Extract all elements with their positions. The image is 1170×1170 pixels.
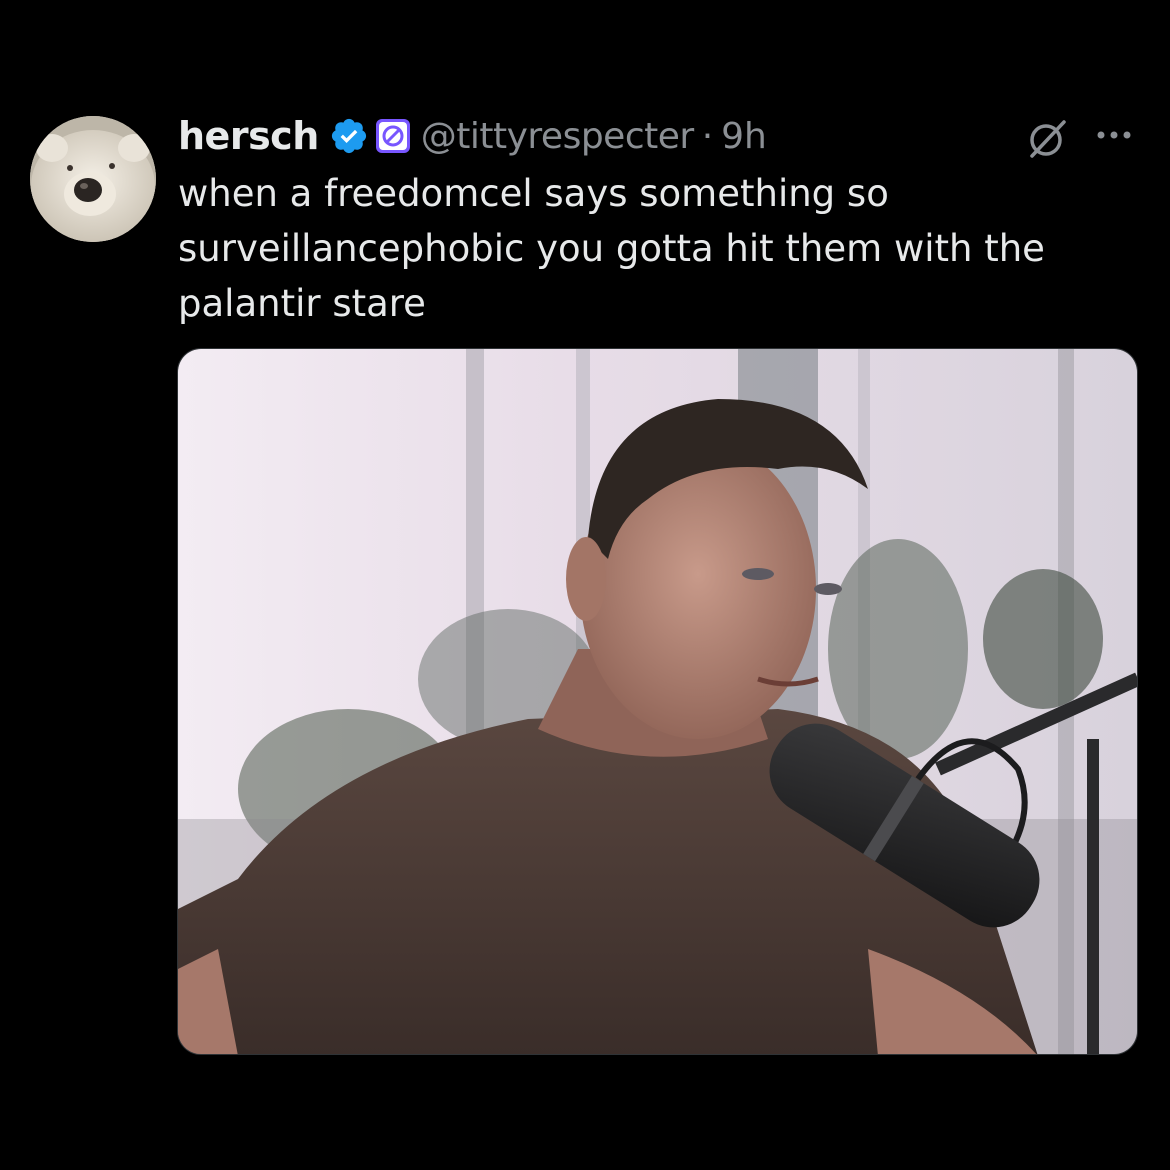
tweet-media-photo[interactable] [177, 348, 1138, 1055]
separator-dot: · [701, 115, 714, 157]
tweet-post[interactable]: hersch @tittyrespecter · 9h when a freed… [0, 0, 1170, 1170]
more-options-icon[interactable] [1092, 120, 1136, 150]
tweet-text: when a freedomcel says something so surv… [178, 172, 1045, 325]
man-with-microphone-photo [178, 349, 1137, 1054]
polar-bear-avatar-icon [30, 116, 156, 242]
avatar[interactable] [30, 116, 156, 242]
display-name[interactable]: hersch [178, 114, 319, 158]
grok-icon[interactable] [1024, 116, 1070, 162]
verified-badge-icon[interactable] [329, 116, 369, 156]
user-handle[interactable]: @tittyrespecter [421, 116, 694, 157]
affiliate-badge-icon[interactable] [375, 118, 411, 154]
timestamp[interactable]: 9h [721, 116, 767, 157]
tweet-header: hersch @tittyrespecter · 9h [178, 112, 767, 160]
